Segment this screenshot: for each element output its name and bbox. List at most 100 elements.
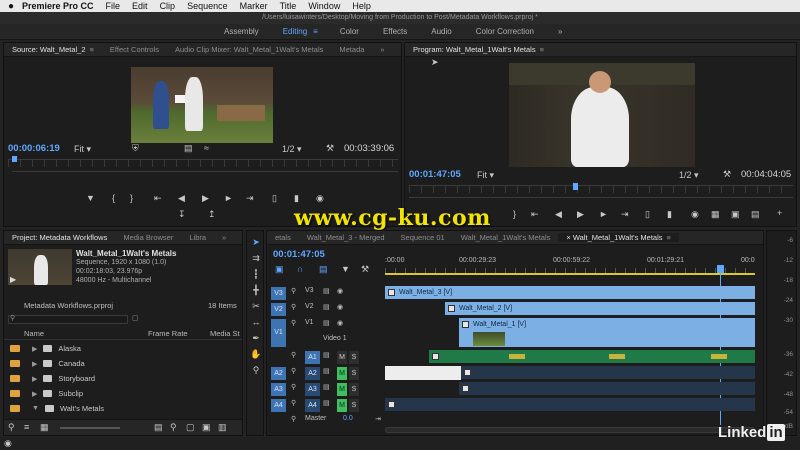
mark-out-icon[interactable]: } <box>130 193 133 203</box>
zoom-icon[interactable]: ⚲ <box>250 365 262 376</box>
source-timecode[interactable]: 00:00:06:19 <box>8 143 60 154</box>
new-item-icon[interactable]: ▣ <box>202 422 211 433</box>
eye-icon[interactable]: ◉ <box>337 303 343 311</box>
vr-icon[interactable]: ▣ <box>731 209 740 220</box>
work-area-bar[interactable] <box>385 273 755 275</box>
source-patch-v3[interactable]: V3 <box>271 287 286 300</box>
sync-lock-icon[interactable]: ▤ <box>323 367 330 375</box>
clip-walt-metal-1[interactable]: Walt_Metal_1 [V] <box>459 318 755 347</box>
sync-lock-icon[interactable]: ▤ <box>323 303 330 311</box>
step-back-icon[interactable]: ◀ <box>178 193 185 204</box>
go-to-in-icon[interactable]: ⇤ <box>154 193 162 204</box>
sync-lock-icon[interactable]: ▤ <box>323 383 330 391</box>
source-time-ruler[interactable] <box>8 159 398 167</box>
trash-icon[interactable]: ▥ <box>218 422 227 433</box>
program-zoom-select[interactable]: Fit ▾ <box>477 170 494 181</box>
tab-sequence[interactable]: Walt_Metal_3 - Merged <box>299 233 393 242</box>
column-name[interactable]: Name <box>24 329 44 338</box>
tab-menu-icon[interactable]: ≡ <box>540 45 544 54</box>
mute-button[interactable]: M <box>337 399 347 412</box>
play-icon[interactable]: ▶ <box>10 275 16 284</box>
program-timecode[interactable]: 00:01:47:05 <box>409 169 461 180</box>
tab-source[interactable]: Source: Walt_Metal_2 ≡ <box>4 45 102 54</box>
lock-icon[interactable]: ⚲ <box>291 367 296 375</box>
sync-lock-icon[interactable]: ▤ <box>323 351 330 359</box>
tab-effect-controls[interactable]: Effect Controls <box>102 45 167 54</box>
list-item[interactable]: ▶ Canada <box>4 356 242 371</box>
audio-clip-a3[interactable] <box>459 382 755 395</box>
chevron-right-icon[interactable]: ▶ <box>32 390 37 398</box>
clip-walt-metal-2[interactable]: Walt_Metal_2 [V] <box>445 302 755 315</box>
solo-button[interactable]: S <box>349 399 359 412</box>
source-patch-v2[interactable]: V2 <box>271 303 286 316</box>
step-forward-icon[interactable]: ► <box>599 209 608 219</box>
column-frame-rate[interactable]: Frame Rate <box>148 329 188 338</box>
tab-media-browser[interactable]: Media Browser <box>115 233 181 242</box>
app-name[interactable]: Premiere Pro CC <box>22 1 94 11</box>
program-playhead[interactable] <box>573 183 578 190</box>
add-marker-icon[interactable]: ▼ <box>341 264 350 274</box>
apple-icon[interactable]: ● <box>0 1 22 12</box>
automate-icon[interactable]: ▤ <box>154 422 163 433</box>
tabs-overflow-icon[interactable]: » <box>372 45 392 54</box>
mute-button[interactable]: M <box>337 351 347 364</box>
solo-button[interactable]: S <box>349 351 359 364</box>
mark-in-icon[interactable]: { <box>112 193 115 203</box>
go-to-in-icon[interactable]: ⇤ <box>531 209 539 220</box>
play-icon[interactable]: ▶ <box>577 209 584 220</box>
marker-icon[interactable] <box>609 354 625 359</box>
track-name[interactable]: A4 <box>305 399 320 412</box>
workspace-menu-icon[interactable]: ≡ <box>313 27 318 36</box>
list-view-icon[interactable]: ≡ <box>24 422 29 432</box>
track-name[interactable]: A3 <box>305 383 320 396</box>
selected-audio-gap[interactable] <box>385 366 461 380</box>
chevron-down-icon[interactable]: ▼ <box>32 405 39 412</box>
linked-selection-icon[interactable]: ▤ <box>319 264 328 275</box>
menu-sequence[interactable]: Sequence <box>187 1 228 11</box>
source-zoom-select[interactable]: Fit ▾ <box>74 144 91 155</box>
sync-lock-icon[interactable]: ▤ <box>323 287 330 295</box>
search-input[interactable] <box>8 315 128 324</box>
overwrite-icon[interactable]: ▮ <box>294 193 299 204</box>
audio-clip-a2[interactable] <box>461 366 755 379</box>
ripple-edit-icon[interactable]: ┇ <box>250 269 262 280</box>
rolling-edit-icon[interactable]: ╋ <box>250 285 262 296</box>
tabs-overflow-icon[interactable]: » <box>214 233 234 242</box>
lift-icon[interactable]: ↧ <box>178 209 186 220</box>
audio-clip-a4[interactable] <box>385 398 755 411</box>
workspace-editing[interactable]: Editing <box>283 27 307 36</box>
source-patch-a3[interactable]: A3 <box>271 383 286 396</box>
column-media-start[interactable]: Media St <box>210 329 240 338</box>
wrench-icon[interactable]: ⚒ <box>361 264 369 275</box>
timeline-scrollbar[interactable] <box>385 427 755 433</box>
menu-clip[interactable]: Clip <box>160 1 176 11</box>
lock-icon[interactable]: ⚲ <box>291 383 296 391</box>
zoom-slider[interactable] <box>60 427 120 429</box>
source-resolution-select[interactable]: 1/2 ▾ <box>282 144 302 155</box>
tab-sequence[interactable]: etals <box>267 233 299 242</box>
tab-libraries[interactable]: Libra <box>181 233 214 242</box>
eye-icon[interactable]: ◉ <box>337 287 343 295</box>
step-forward-icon[interactable]: ► <box>224 193 233 203</box>
tab-sequence[interactable]: Walt_Metal_1Walt's Metals <box>453 233 559 242</box>
list-item[interactable]: ▶ Storyboard <box>4 371 242 386</box>
lock-icon[interactable]: ⚲ <box>291 287 296 295</box>
chevron-right-icon[interactable]: ▶ <box>32 375 37 383</box>
slip-icon[interactable]: ↔ <box>250 317 262 327</box>
list-item[interactable]: ▼ Walt's Metals <box>4 401 242 416</box>
lock-icon[interactable]: ⚲ <box>8 422 15 433</box>
selection-tool-icon[interactable]: ➤ <box>250 237 262 248</box>
lift-icon[interactable]: ▯ <box>645 209 650 220</box>
tab-metadata[interactable]: Metada <box>331 45 372 54</box>
tab-menu-icon[interactable]: ≡ <box>667 233 671 242</box>
new-bin-icon[interactable]: ▢ <box>186 422 195 433</box>
timeline-ruler[interactable]: :00:00 00:00:29:23 00:00:59:22 00:01:29:… <box>385 253 755 275</box>
solo-button[interactable]: S <box>349 367 359 380</box>
program-scrub-bar[interactable] <box>409 197 793 198</box>
extract-icon[interactable]: ↥ <box>208 209 216 220</box>
mark-out-icon[interactable]: } <box>513 209 516 219</box>
list-item[interactable]: ▶ Subclip <box>4 386 242 401</box>
nest-icon[interactable]: ▣ <box>275 264 284 275</box>
button-editor-icon[interactable]: ▤ <box>751 209 760 220</box>
audio-wave-icon[interactable]: ≈ <box>204 143 209 153</box>
